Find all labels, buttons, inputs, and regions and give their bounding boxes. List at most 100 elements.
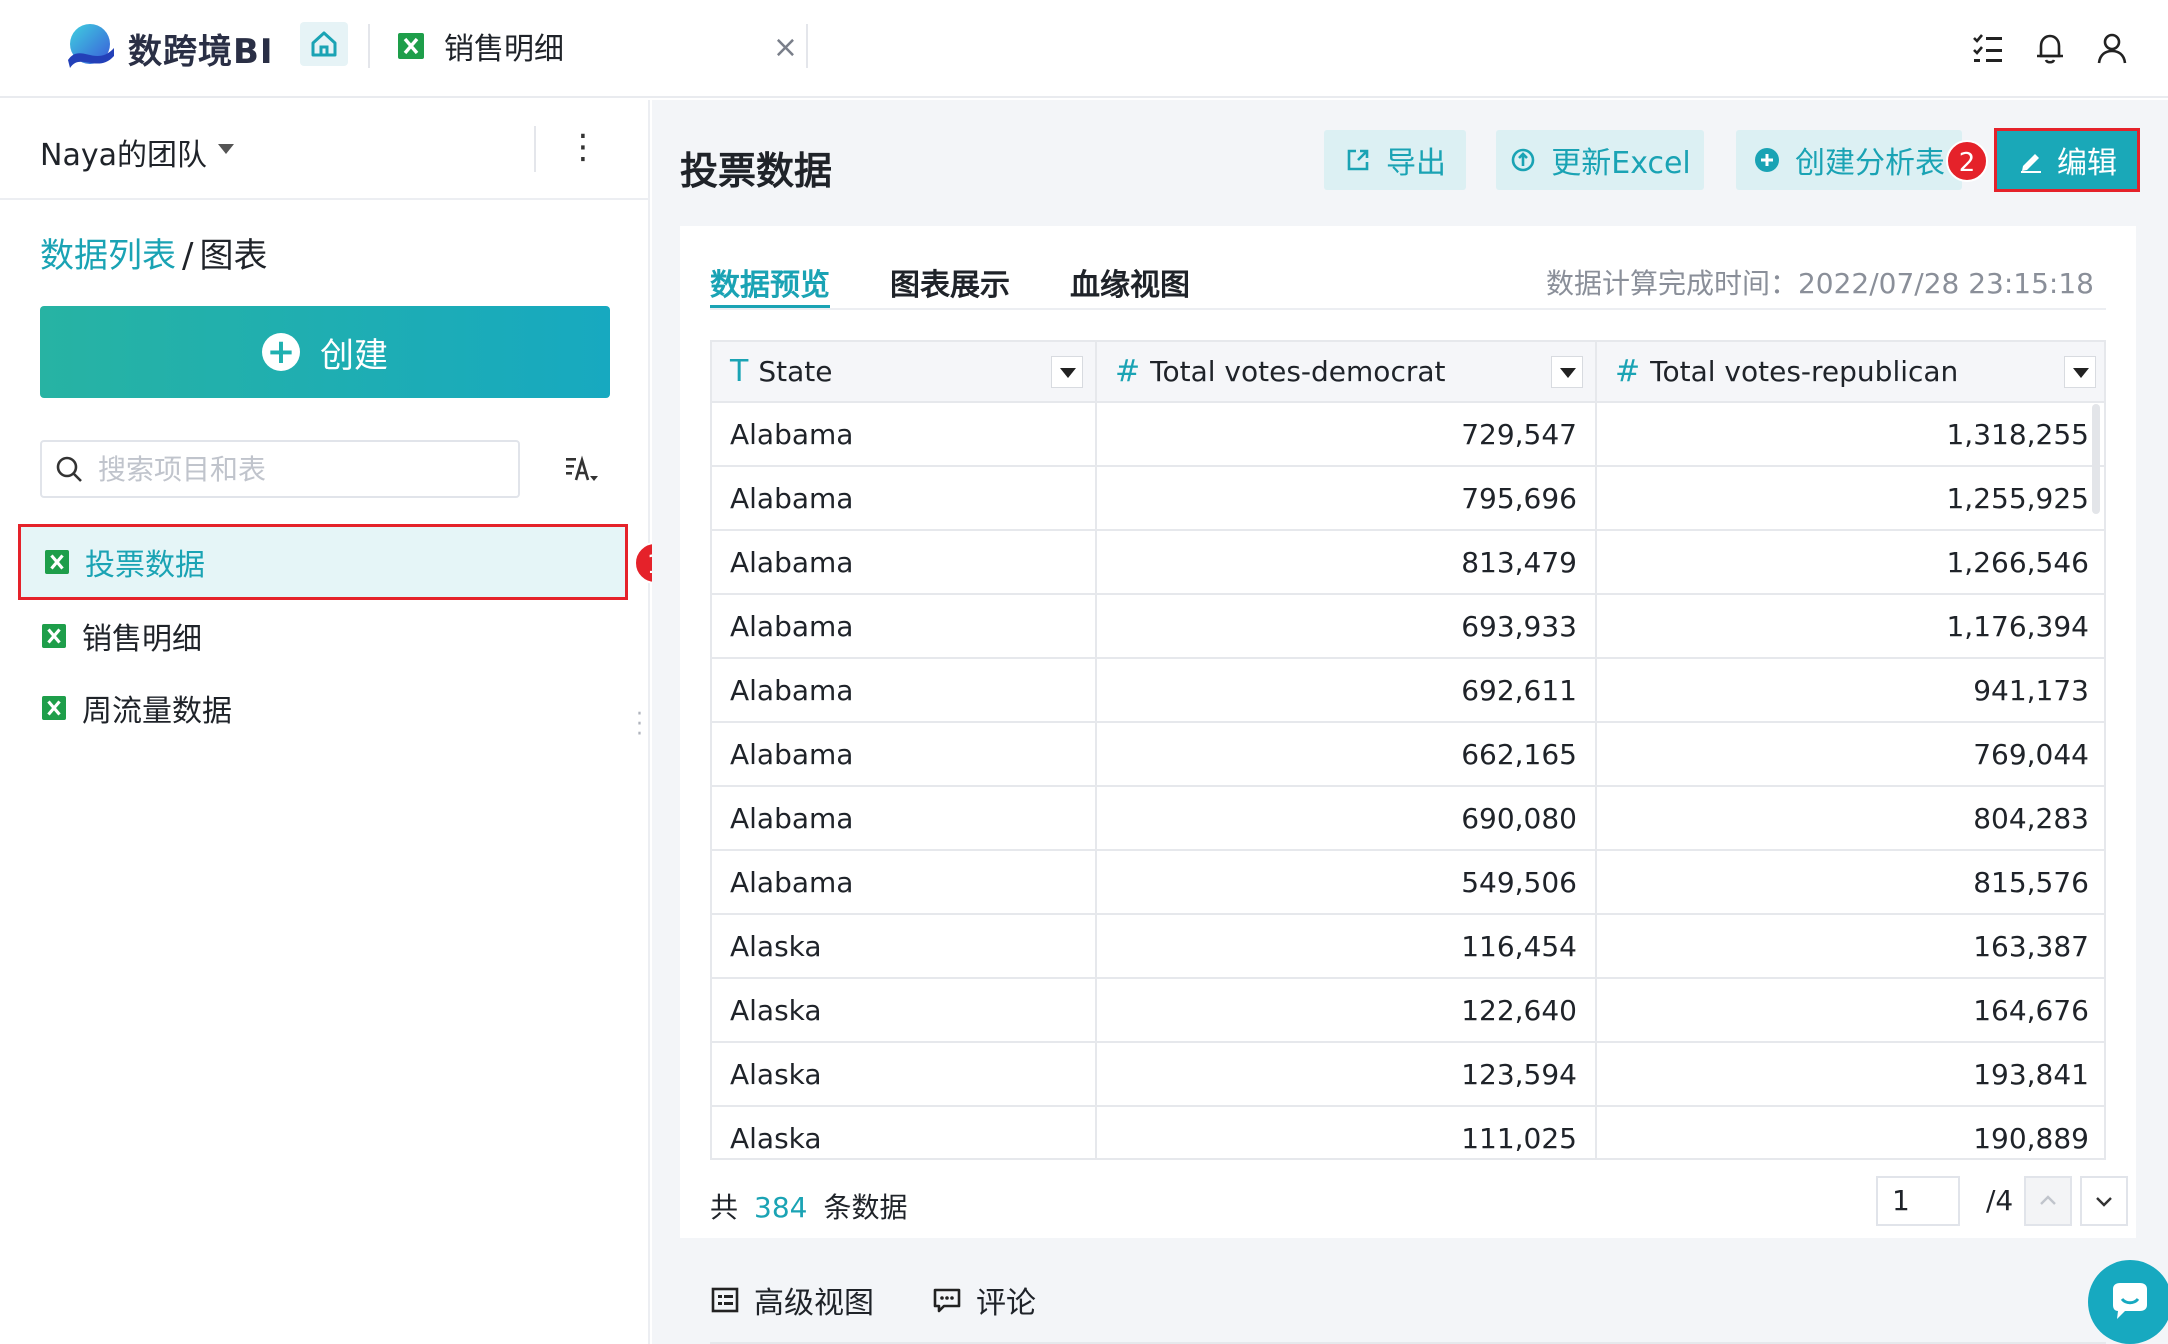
resize-handle[interactable]: · · · [636, 704, 643, 746]
column-dropdown-icon[interactable] [2064, 356, 2096, 388]
page-prev-button[interactable] [2024, 1176, 2072, 1226]
view-tabs: 数据预览 图表展示 血缘视图 [710, 226, 1250, 308]
cell-state: Alabama [712, 402, 1097, 467]
number-type-icon: # [1615, 354, 1641, 389]
export-label: 导出 [1386, 146, 1446, 181]
cell-state: Alabama [712, 722, 1097, 787]
excel-icon [398, 33, 424, 59]
close-tab-icon[interactable]: × [773, 30, 798, 65]
bell-icon[interactable] [2032, 30, 2068, 66]
export-icon [1347, 149, 1369, 171]
comments-button[interactable]: 评论 [932, 1278, 1036, 1322]
cell-democrat: 116,454 [1096, 914, 1597, 979]
edit-pen-icon [2021, 154, 2041, 173]
table-row: Alabama 729,547 1,318,255 [712, 402, 2104, 467]
cell-state: Alaska [712, 1106, 1097, 1158]
cell-republican: 190,889 [1596, 1106, 2104, 1158]
caret-down-icon[interactable] [218, 144, 234, 154]
chevron-up-icon [2040, 1195, 2056, 1205]
update-excel-label: 更新Excel [1551, 146, 1691, 181]
cell-democrat: 690,080 [1096, 786, 1597, 851]
cell-state: Alabama [712, 850, 1097, 915]
cell-democrat: 693,933 [1096, 594, 1597, 659]
cell-republican: 163,387 [1596, 914, 2104, 979]
comments-label: 评论 [976, 1286, 1036, 1321]
column-dropdown-icon[interactable] [1551, 356, 1583, 388]
column-label: State [758, 355, 833, 388]
search-input[interactable] [98, 452, 478, 486]
cell-democrat: 692,611 [1096, 658, 1597, 723]
cell-democrat: 111,025 [1096, 1106, 1597, 1158]
more-options-icon[interactable]: ⋮ [566, 122, 600, 172]
tab-lineage-view[interactable]: 血缘视图 [1070, 226, 1190, 308]
file-item-label: 销售明细 [82, 622, 202, 657]
cell-state: Alabama [712, 530, 1097, 595]
cell-democrat: 729,547 [1096, 402, 1597, 467]
task-list-icon[interactable] [1970, 30, 2006, 66]
cell-democrat: 123,594 [1096, 1042, 1597, 1107]
page-title: 投票数据 [680, 149, 833, 193]
tab-data-preview[interactable]: 数据预览 [710, 226, 830, 308]
top-bar: 数跨境BI 销售明细 × [0, 0, 2168, 98]
row-count: 共 384 条数据 [710, 1186, 907, 1226]
cell-democrat: 662,165 [1096, 722, 1597, 787]
cell-republican: 769,044 [1596, 722, 2104, 787]
team-selector[interactable]: Naya的团队 [40, 130, 207, 174]
file-item-sales-detail[interactable]: 销售明细 [18, 598, 628, 674]
table-row: Alabama 813,479 1,266,546 [712, 530, 2104, 595]
table-header-row: T State # Total votes-democrat # Total vote… [712, 342, 2104, 403]
breadcrumb-separator: / [182, 236, 194, 276]
column-header-republican[interactable]: # Total votes-republican [1596, 342, 2104, 403]
create-analysis-label: 创建分析表 [1795, 146, 1945, 181]
advanced-view-button[interactable]: 高级视图 [710, 1278, 874, 1322]
chat-bubble-icon [2113, 1283, 2147, 1319]
cell-republican: 193,841 [1596, 1042, 2104, 1107]
bottom-bar: 高级视图 评论 [680, 1260, 2136, 1344]
column-dropdown-icon[interactable] [1051, 356, 1083, 388]
refresh-icon [1511, 148, 1535, 172]
tab-divider [368, 24, 370, 68]
search-box [40, 440, 520, 498]
tab-chart-display[interactable]: 图表展示 [890, 226, 1010, 308]
excel-icon [42, 696, 66, 720]
cell-republican: 1,255,925 [1596, 466, 2104, 531]
team-bar: Naya的团队 ⋮ [0, 100, 648, 200]
update-excel-button[interactable]: 更新Excel [1496, 130, 1704, 190]
main-content: 投票数据 导出 更新Excel 创建分析表 编辑 数据预览 图表展示 血缘视图 … [652, 100, 2168, 1344]
page-next-button[interactable] [2080, 1176, 2128, 1226]
cell-republican: 1,176,394 [1596, 594, 2104, 659]
divider [534, 126, 536, 172]
data-panel: 数据预览 图表展示 血缘视图 数据计算完成时间：2022/07/28 23:15… [680, 226, 2136, 1238]
customer-service-button[interactable] [2088, 1260, 2168, 1344]
edit-button[interactable]: 编辑 [1994, 128, 2140, 192]
plus-circle-icon [1755, 148, 1779, 172]
create-analysis-button[interactable]: 创建分析表 [1736, 130, 1962, 190]
create-button[interactable]: + 创建 [40, 306, 610, 398]
plus-circle-icon: + [262, 333, 300, 371]
table-row: Alabama 795,696 1,255,925 [712, 466, 2104, 531]
tab-label: 销售明细 [444, 32, 564, 67]
cell-democrat: 795,696 [1096, 466, 1597, 531]
chevron-down-icon [2096, 1197, 2112, 1207]
breadcrumb-data-list[interactable]: 数据列表 [40, 236, 176, 276]
file-item-voting-data[interactable]: 投票数据 [18, 524, 628, 600]
edit-label: 编辑 [2057, 146, 2117, 181]
column-header-state[interactable]: T State [712, 342, 1097, 403]
page-number-input[interactable]: 1 [1876, 1176, 1960, 1226]
data-table: T State # Total votes-democrat # Total vote… [712, 342, 2104, 1158]
sort-icon[interactable] [562, 448, 606, 492]
tab-sales-detail[interactable]: 销售明细 × [398, 22, 798, 70]
export-button[interactable]: 导出 [1324, 130, 1466, 190]
cell-republican: 1,266,546 [1596, 530, 2104, 595]
table-row: Alabama 693,933 1,176,394 [712, 594, 2104, 659]
home-tab[interactable] [300, 22, 348, 66]
cell-state: Alaska [712, 978, 1097, 1043]
file-item-weekly-traffic[interactable]: 周流量数据 [18, 670, 628, 746]
vertical-scrollbar[interactable] [2092, 404, 2100, 514]
breadcrumb-current: 图表 [199, 236, 268, 276]
column-header-democrat[interactable]: # Total votes-democrat [1096, 342, 1597, 403]
row-count-prefix: 共 [710, 1191, 739, 1224]
text-type-icon: T [730, 354, 749, 389]
user-icon[interactable] [2094, 30, 2130, 66]
column-label: Total votes-republican [1650, 355, 1959, 388]
